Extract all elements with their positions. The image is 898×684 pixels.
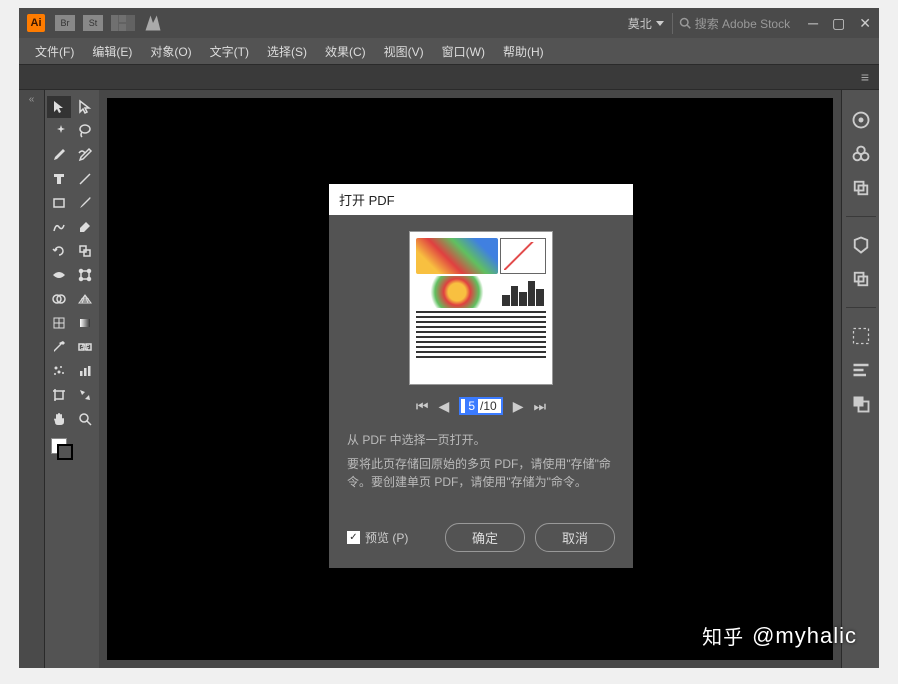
hand-tool[interactable] xyxy=(47,408,71,430)
workspace-name: 莫北 xyxy=(628,15,652,32)
menubar: 文件(F) 编辑(E) 对象(O) 文字(T) 选择(S) 效果(C) 视图(V… xyxy=(19,38,879,64)
color-panel-icon[interactable] xyxy=(851,110,871,130)
eyedropper-tool[interactable] xyxy=(47,336,71,358)
paintbrush-tool[interactable] xyxy=(73,192,97,214)
line-tool[interactable] xyxy=(73,168,97,190)
curvature-tool[interactable] xyxy=(73,144,97,166)
menu-select[interactable]: 选择(S) xyxy=(259,40,315,63)
arrange-icon[interactable] xyxy=(111,15,135,31)
menu-object[interactable]: 对象(O) xyxy=(142,40,199,63)
shaper-tool[interactable] xyxy=(47,216,71,238)
left-dock: « xyxy=(19,90,45,668)
mesh-tool[interactable] xyxy=(47,312,71,334)
swatches-panel-icon[interactable] xyxy=(851,235,871,255)
app-window: Ai Br St 莫北 搜索 Adobe Stock ─ ▢ ✕ 文件(F) 编… xyxy=(19,8,879,668)
watermark-user: @myhalic xyxy=(752,623,857,649)
search-placeholder: 搜索 Adobe Stock xyxy=(695,15,790,32)
checkbox-icon: ✓ xyxy=(347,531,360,544)
ok-button[interactable]: 确定 xyxy=(445,523,525,552)
column-graph-tool[interactable] xyxy=(73,360,97,382)
eraser-tool[interactable] xyxy=(73,216,97,238)
panel-menu-icon[interactable]: ≡ xyxy=(861,69,869,85)
rotate-tool[interactable] xyxy=(47,240,71,262)
toolbar xyxy=(45,90,99,668)
preview-label: 预览 (P) xyxy=(365,529,408,546)
menu-edit[interactable]: 编辑(E) xyxy=(84,40,140,63)
symbol-sprayer-tool[interactable] xyxy=(47,360,71,382)
gradient-tool[interactable] xyxy=(73,312,97,334)
control-bar: ≡ xyxy=(19,64,879,90)
workspace-switcher[interactable]: 莫北 xyxy=(628,15,664,32)
stock-search[interactable]: 搜索 Adobe Stock xyxy=(672,13,796,34)
stroke-swatch[interactable] xyxy=(57,444,73,460)
menu-view[interactable]: 视图(V) xyxy=(376,40,432,63)
scale-tool[interactable] xyxy=(73,240,97,262)
chevron-down-icon xyxy=(656,21,664,26)
stock-icon[interactable]: St xyxy=(83,15,103,31)
right-panel xyxy=(841,90,879,668)
shape-builder-tool[interactable] xyxy=(47,288,71,310)
pdf-page-preview xyxy=(409,231,553,385)
menu-help[interactable]: 帮助(H) xyxy=(495,40,552,63)
direct-selection-tool[interactable] xyxy=(73,96,97,118)
zoom-tool[interactable] xyxy=(73,408,97,430)
preview-checkbox[interactable]: ✓ 预览 (P) xyxy=(347,529,435,546)
window-controls: ─ ▢ ✕ xyxy=(808,15,871,32)
total-pages: /10 xyxy=(480,399,497,413)
transform-panel-icon[interactable] xyxy=(851,326,871,346)
sync-icon[interactable] xyxy=(143,13,163,33)
selection-tool[interactable] xyxy=(47,96,71,118)
magic-wand-tool[interactable] xyxy=(47,120,71,142)
maximize-button[interactable]: ▢ xyxy=(832,15,845,32)
open-pdf-dialog: 打开 PDF ⏮ ◀ 5 /10 ▶ ⏭ xyxy=(329,184,633,568)
dialog-instruction: 从 PDF 中选择一页打开。 xyxy=(347,431,615,449)
free-transform-tool[interactable] xyxy=(73,264,97,286)
artboard-tool[interactable] xyxy=(47,384,71,406)
next-page-button[interactable]: ▶ xyxy=(513,398,524,415)
watermark: 知乎 @myhalic xyxy=(702,621,857,650)
app-logo-icon: Ai xyxy=(27,14,45,32)
menu-type[interactable]: 文字(T) xyxy=(202,40,257,63)
zhihu-logo-icon: 知乎 xyxy=(702,621,744,650)
blend-tool[interactable] xyxy=(73,336,97,358)
pathfinder-panel-icon[interactable] xyxy=(851,394,871,414)
slice-tool[interactable] xyxy=(73,384,97,406)
dialog-title: 打开 PDF xyxy=(329,184,633,215)
lasso-tool[interactable] xyxy=(73,120,97,142)
libraries-panel-icon[interactable] xyxy=(851,144,871,164)
page-navigator: ⏮ ◀ 5 /10 ▶ ⏭ xyxy=(347,397,615,415)
type-tool[interactable] xyxy=(47,168,71,190)
close-button[interactable]: ✕ xyxy=(859,15,871,32)
cancel-button[interactable]: 取消 xyxy=(535,523,615,552)
brushes-panel-icon[interactable] xyxy=(851,269,871,289)
width-tool[interactable] xyxy=(47,264,71,286)
menu-effect[interactable]: 效果(C) xyxy=(317,40,374,63)
perspective-grid-tool[interactable] xyxy=(73,288,97,310)
current-page: 5 xyxy=(465,399,478,413)
page-number-input[interactable]: 5 /10 xyxy=(459,397,502,415)
align-panel-icon[interactable] xyxy=(851,360,871,380)
last-page-button[interactable]: ⏭ xyxy=(533,398,546,415)
dialog-note: 要将此页存储回原始的多页 PDF，请使用"存储"命令。要创建单页 PDF，请使用… xyxy=(347,455,615,491)
titlebar: Ai Br St 莫北 搜索 Adobe Stock ─ ▢ ✕ xyxy=(19,8,879,38)
prev-page-button[interactable]: ◀ xyxy=(439,398,450,415)
minimize-button[interactable]: ─ xyxy=(808,15,818,32)
bridge-icon[interactable]: Br xyxy=(55,15,75,31)
color-picker[interactable] xyxy=(47,434,97,464)
menu-window[interactable]: 窗口(W) xyxy=(434,40,493,63)
rectangle-tool[interactable] xyxy=(47,192,71,214)
pen-tool[interactable] xyxy=(47,144,71,166)
artboards-panel-icon[interactable] xyxy=(851,178,871,198)
menu-file[interactable]: 文件(F) xyxy=(27,40,82,63)
first-page-button[interactable]: ⏮ xyxy=(416,398,429,415)
